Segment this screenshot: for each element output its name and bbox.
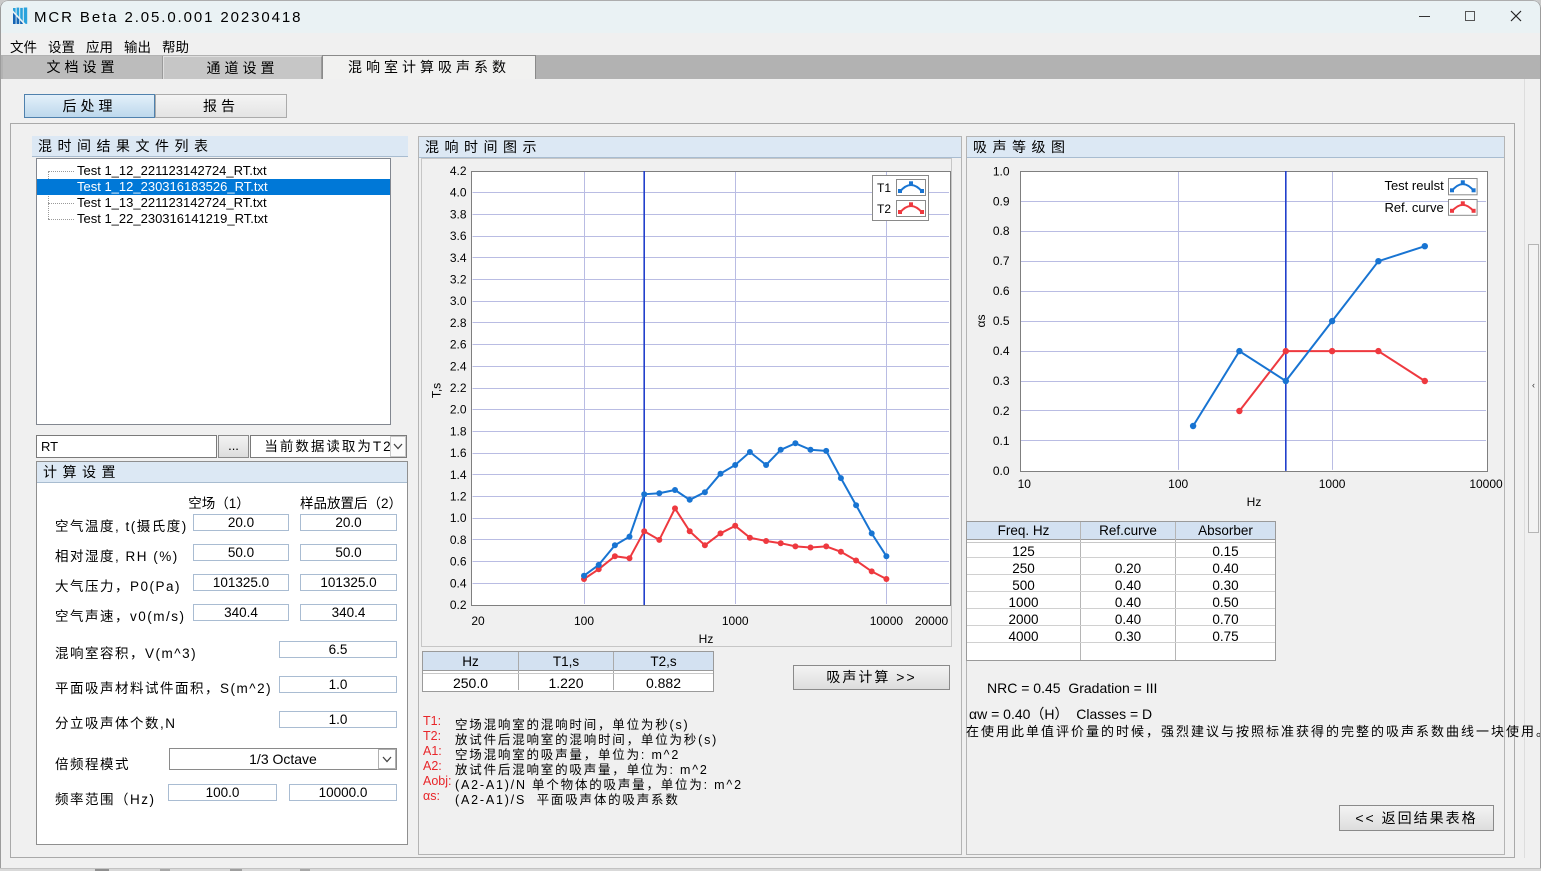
svg-text:0.8: 0.8 — [993, 224, 1010, 238]
svg-text:20: 20 — [471, 614, 485, 628]
svg-text:1000: 1000 — [722, 614, 749, 628]
svg-text:2.8: 2.8 — [450, 316, 467, 330]
svg-text:3.6: 3.6 — [450, 229, 467, 243]
svg-text:αs: αs — [974, 315, 988, 328]
svg-text:0.3: 0.3 — [993, 374, 1010, 388]
svg-text:0.6: 0.6 — [450, 555, 467, 569]
svg-text:0.7: 0.7 — [993, 254, 1010, 268]
svg-text:1.0: 1.0 — [450, 511, 467, 525]
svg-text:1.6: 1.6 — [450, 446, 467, 460]
svg-text:10000: 10000 — [870, 614, 904, 628]
svg-text:2.6: 2.6 — [450, 338, 467, 352]
svg-text:1.8: 1.8 — [450, 424, 467, 438]
svg-text:Hz: Hz — [1247, 495, 1262, 509]
svg-text:Test reulst: Test reulst — [1384, 178, 1444, 193]
svg-text:4.2: 4.2 — [450, 164, 467, 178]
svg-text:0.8: 0.8 — [450, 533, 467, 547]
svg-text:1.0: 1.0 — [993, 164, 1010, 178]
svg-text:4.0: 4.0 — [450, 186, 467, 200]
svg-text:0.2: 0.2 — [450, 598, 467, 612]
svg-text:100: 100 — [574, 614, 594, 628]
svg-text:3.8: 3.8 — [450, 207, 467, 221]
svg-text:0.4: 0.4 — [450, 576, 467, 590]
svg-text:0.5: 0.5 — [993, 314, 1010, 328]
svg-text:0.2: 0.2 — [993, 404, 1010, 418]
svg-text:Hz: Hz — [699, 632, 714, 646]
svg-text:T,s: T,s — [430, 383, 444, 398]
svg-text:2.4: 2.4 — [450, 359, 467, 373]
svg-text:0.6: 0.6 — [993, 284, 1010, 298]
svg-text:10000: 10000 — [1469, 477, 1503, 491]
svg-text:1.4: 1.4 — [450, 468, 467, 482]
svg-text:T2: T2 — [877, 202, 891, 216]
svg-text:3.4: 3.4 — [450, 251, 467, 265]
svg-text:0.0: 0.0 — [993, 464, 1010, 478]
svg-text:T1: T1 — [877, 181, 891, 195]
svg-text:Ref. curve: Ref. curve — [1384, 200, 1443, 215]
svg-text:20000: 20000 — [915, 614, 949, 628]
svg-text:0.4: 0.4 — [993, 344, 1010, 358]
svg-text:1000: 1000 — [1319, 477, 1346, 491]
svg-text:3.2: 3.2 — [450, 273, 467, 287]
svg-text:0.1: 0.1 — [993, 434, 1010, 448]
svg-text:1.2: 1.2 — [450, 490, 467, 504]
svg-text:10: 10 — [1018, 477, 1032, 491]
svg-text:0.9: 0.9 — [993, 194, 1010, 208]
svg-text:2.2: 2.2 — [450, 381, 467, 395]
svg-text:3.0: 3.0 — [450, 294, 467, 308]
svg-text:2.0: 2.0 — [450, 403, 467, 417]
svg-text:100: 100 — [1168, 477, 1188, 491]
